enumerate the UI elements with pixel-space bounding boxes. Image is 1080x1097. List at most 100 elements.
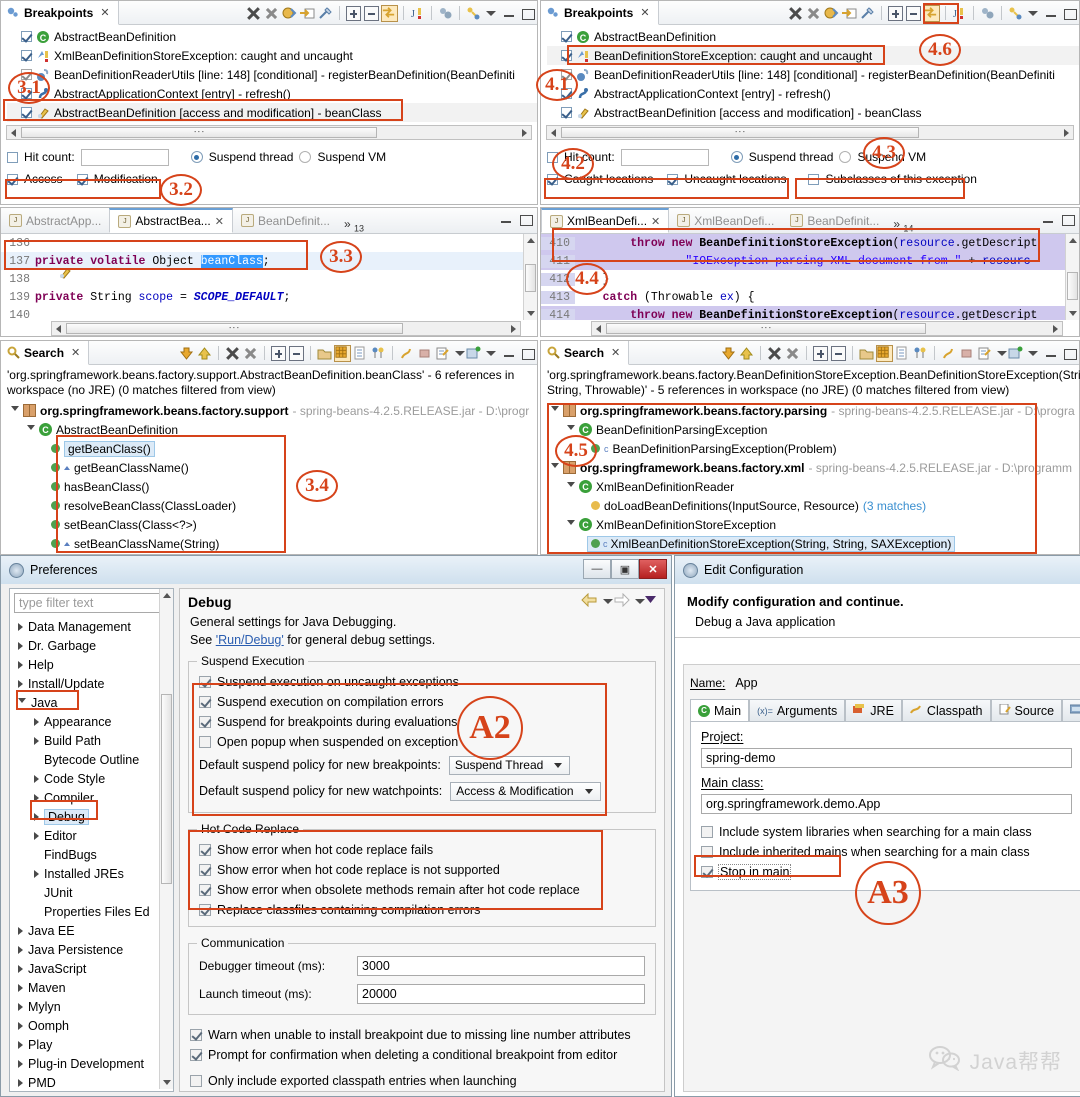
view-menu-icon[interactable] [1026,6,1041,21]
expand-arrow-icon[interactable] [34,774,39,783]
suspend-uncaught-row[interactable]: Suspend execution on uncaught exceptions [199,672,645,692]
tree-item-oomph[interactable]: Oomph [10,1016,173,1035]
scroll-thumb[interactable] [161,694,172,884]
add-java-exception-breakpoint-icon[interactable]: J [410,6,425,21]
edit-configuration-titlebar[interactable]: Edit Configuration [675,556,1080,584]
access-checkbox[interactable] [7,173,18,185]
modification-checkbox[interactable] [76,173,88,185]
search-result-row[interactable]: c XmlBeanDefinitionStoreException(String… [547,534,1079,553]
breakpoints-left-hscrollbar[interactable] [6,125,532,140]
breakpoint-row[interactable]: AbstractApplicationContext [entry] - ref… [7,84,537,103]
link-with-editor-icon[interactable] [381,4,398,22]
search-dropdown-icon[interactable] [453,346,465,361]
search-result-row[interactable]: org.springframework.beans.factory.parsin… [547,401,1079,420]
expand-arrow-icon[interactable] [18,622,23,631]
tab-search-left[interactable]: Search ✕ [1,341,90,365]
hit-count-input[interactable] [80,148,169,166]
tree-item-bytecode-outline[interactable]: Bytecode Outline [10,750,173,769]
editor-tab-close-icon[interactable]: ✕ [651,215,660,228]
run-current-search-icon[interactable] [317,346,332,361]
link-with-debug-view-icon[interactable] [300,6,315,21]
remove-all-matches-icon[interactable] [785,346,800,361]
editor-more-tabs[interactable]: » 13 [344,217,364,233]
show-as-list-icon[interactable] [353,346,368,361]
caught-locations-checkbox[interactable] [547,173,558,185]
tree-item-dr-garbage[interactable]: Dr. Garbage [10,636,173,655]
new-search-icon[interactable] [466,346,481,361]
remove-match-icon[interactable] [767,346,782,361]
tree-item-junit[interactable]: JUnit [10,883,173,902]
include-inherited-mains-row[interactable]: Include inherited mains when searching f… [701,842,1072,862]
suspend-compilation-checkbox[interactable] [199,696,211,708]
open-popup-checkbox[interactable] [199,736,211,748]
breakpoint-row[interactable]: XmlBeanDefinitionStoreException: caught … [7,46,537,65]
tab-arguments[interactable]: (x)= Arguments [749,699,846,721]
debugger-timeout-input[interactable]: 3000 [357,956,645,976]
tab-jre[interactable]: JRE [845,699,902,721]
search-result-row[interactable]: C XmlBeanDefinitionStoreException [547,515,1079,534]
editor-tab[interactable]: J BeanDefinit... [233,208,338,233]
search-right-results[interactable]: org.springframework.beans.factory.parsin… [541,401,1079,553]
new-search-icon[interactable] [1008,346,1023,361]
collapse-arrow-icon[interactable] [18,698,26,707]
tab-classpath[interactable]: Classpath [901,699,991,721]
hcr-fails-row[interactable]: Show error when hot code replace fails [199,840,645,860]
remove-breakpoint-icon[interactable] [788,6,803,21]
scroll-right-icon[interactable] [1064,129,1069,137]
hit-count-checkbox[interactable] [7,151,18,163]
filter-input[interactable]: type filter text [14,593,169,613]
scroll-right-icon[interactable] [511,325,516,333]
prompt-delete-row[interactable]: Prompt for confirmation when deleting a … [190,1045,656,1065]
expand-arrow-icon[interactable] [34,869,39,878]
view-menu-icon[interactable] [484,346,499,361]
scroll-down-icon[interactable] [163,1080,171,1085]
scroll-left-icon[interactable] [11,129,16,137]
hcr-fails-checkbox[interactable] [199,844,211,856]
editor-left-hscrollbar[interactable] [51,321,521,336]
exported-classpath-row[interactable]: Only include exported classpath entries … [190,1071,656,1091]
scroll-right-icon[interactable] [1053,325,1058,333]
view-menu-breakpoints-icon[interactable] [1008,6,1023,21]
scroll-thumb[interactable] [1067,272,1078,300]
expand-arrow-icon[interactable] [18,945,23,954]
run-current-search-icon[interactable] [859,346,874,361]
stop-in-main-checkbox[interactable] [701,866,713,878]
next-match-icon[interactable] [721,346,736,361]
expand-arrow-icon[interactable] [551,406,559,415]
breakpoints-right-hscrollbar[interactable] [546,125,1074,140]
back-icon[interactable] [581,592,598,610]
maximize-icon[interactable] [520,346,535,361]
search-result-row[interactable]: C BeanDefinitionParsingException [547,420,1079,439]
forward-dropdown-icon[interactable] [633,594,645,609]
suspend-vm-radio[interactable] [839,151,852,163]
scroll-thumb[interactable] [525,264,536,292]
tree-item-java-persistence[interactable]: Java Persistence [10,940,173,959]
scroll-left-icon[interactable] [596,325,601,333]
tab-breakpoints-right[interactable]: Breakpoints ✕ [541,1,659,25]
skip-all-breakpoints-icon[interactable] [318,6,333,21]
include-system-libraries-row[interactable]: Include system libraries when searching … [701,822,1072,842]
hcr-obsolete-checkbox[interactable] [199,884,211,896]
search-result-row[interactable]: doLoadBeanDefinitions(InputSource, Resou… [547,496,1079,515]
collapse-all-icon[interactable] [831,345,846,361]
editor-tab-active[interactable]: J AbstractBea... ✕ [109,208,233,233]
tree-item-code-style[interactable]: Code Style [10,769,173,788]
expand-arrow-icon[interactable] [18,1021,23,1030]
scroll-thumb[interactable] [561,127,919,138]
skip-all-breakpoints-icon[interactable] [860,6,875,21]
link-with-debug-view-icon[interactable] [842,6,857,21]
suspend-evaluations-row[interactable]: Suspend for breakpoints during evaluatio… [199,712,645,732]
suspend-compilation-row[interactable]: Suspend execution on compilation errors [199,692,645,712]
expand-arrow-icon[interactable] [18,1002,23,1011]
subclasses-checkbox[interactable] [808,173,820,185]
tab-environment[interactable]: Enviro [1062,699,1080,721]
prompt-delete-checkbox[interactable] [190,1049,202,1061]
expand-arrow-icon[interactable] [551,463,559,472]
search-history-icon[interactable] [371,346,386,361]
minimize-icon[interactable] [502,6,517,21]
search-result-row[interactable]: setBeanClassName(String) [7,534,537,553]
tree-item-plugin-development[interactable]: Plug-in Development [10,1054,173,1073]
breakpoint-working-sets-icon[interactable] [980,6,995,21]
pin-search-icon[interactable] [399,346,414,361]
scroll-right-icon[interactable] [522,129,527,137]
